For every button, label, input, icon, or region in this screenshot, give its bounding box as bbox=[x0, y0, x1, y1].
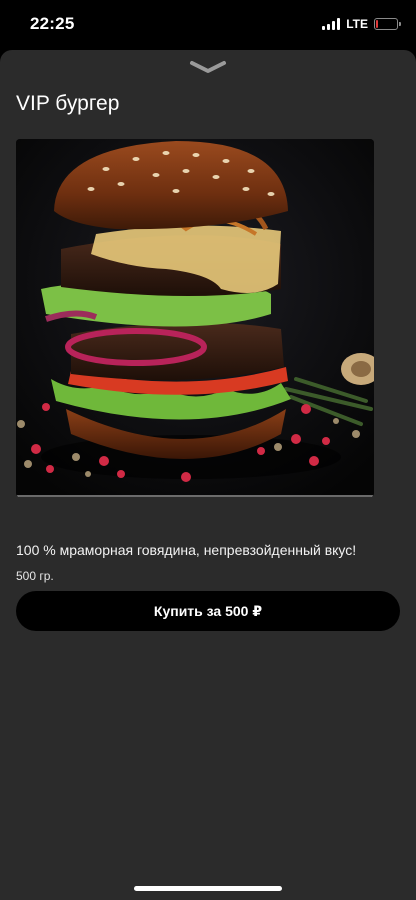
product-title: VIP бургер bbox=[16, 92, 120, 115]
status-indicators: LTE bbox=[322, 17, 401, 31]
status-time: 22:25 bbox=[30, 14, 75, 33]
status-bar: 22:25 LTE bbox=[0, 0, 416, 50]
buy-button[interactable]: Купить за 500 ₽ bbox=[16, 591, 400, 631]
burger-image bbox=[16, 139, 374, 497]
network-type: LTE bbox=[346, 17, 368, 31]
chevron-down-icon[interactable] bbox=[188, 58, 228, 76]
home-indicator[interactable] bbox=[134, 886, 282, 891]
buy-button-label: Купить за 500 ₽ bbox=[153, 602, 263, 619]
battery-level bbox=[376, 20, 378, 28]
product-description: 100 % мраморная говядина, непревзойденны… bbox=[16, 542, 357, 558]
product-weight: 500 гр. bbox=[16, 569, 54, 583]
battery-icon bbox=[374, 18, 401, 30]
product-sheet: VIP бургер 100 % мраморная говядина, неп… bbox=[0, 50, 416, 900]
signal-bars-icon bbox=[322, 18, 341, 30]
